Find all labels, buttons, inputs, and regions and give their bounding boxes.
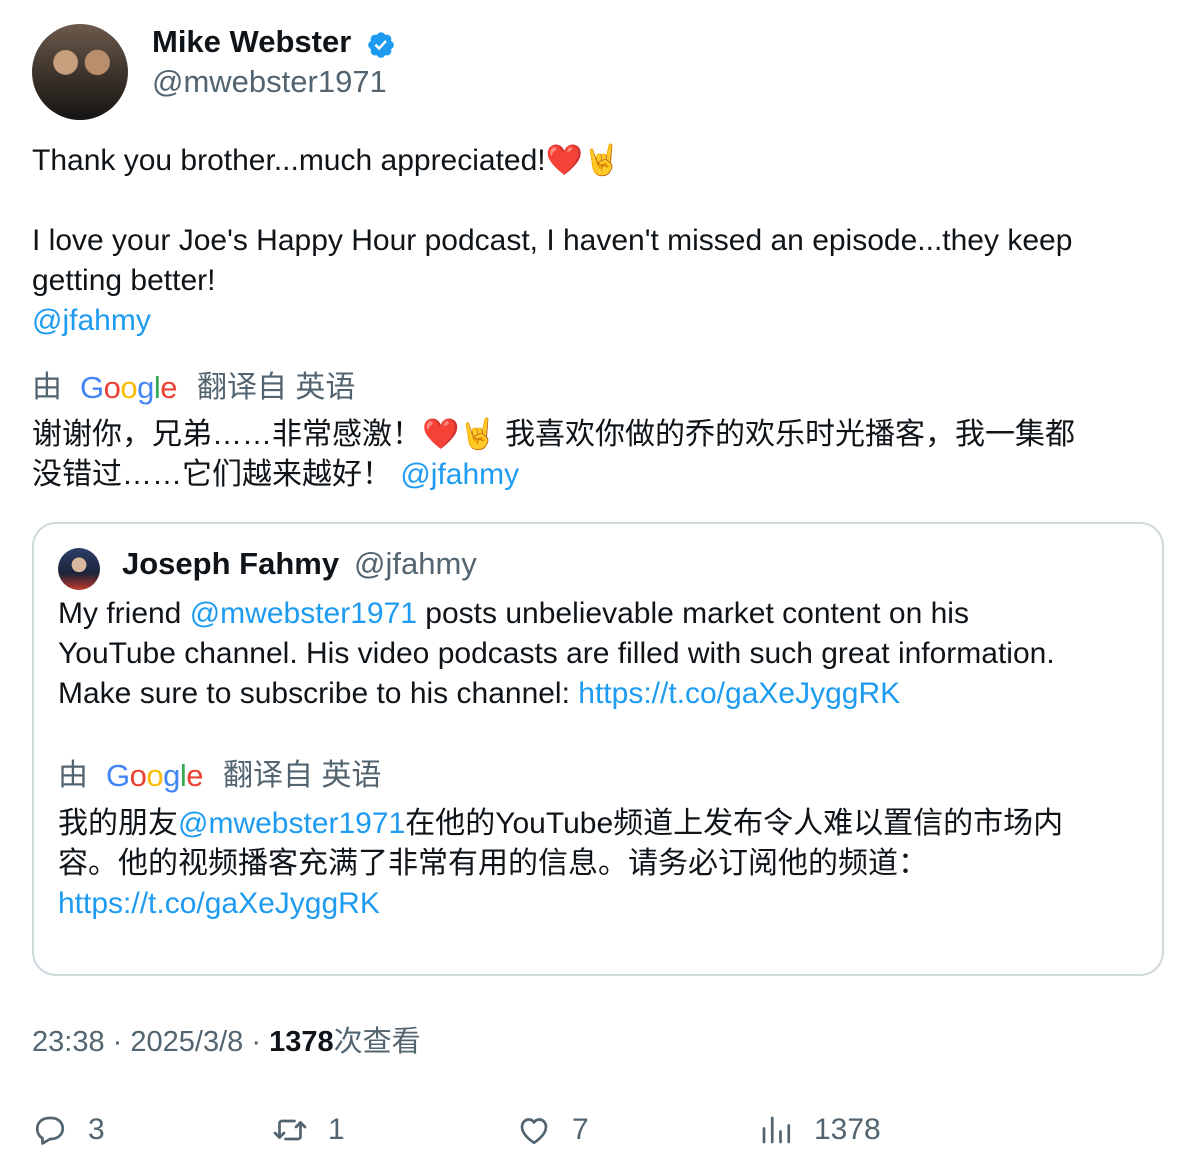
repost-icon — [273, 1119, 307, 1141]
quoted-text-line: Make sure to subscribe to his channel: h… — [58, 674, 1148, 714]
translated-text: 没错过……它们越来越好！ — [32, 458, 392, 491]
heart-rock-emoji: ❤️🤘 — [422, 417, 497, 452]
quoted-avatar — [58, 548, 100, 590]
quoted-text: posts unbelievable market content on his — [416, 597, 969, 630]
quoted-author-name: Joseph Fahmy — [122, 546, 340, 581]
url-link[interactable]: https://t.co/gaXeJyggRK — [578, 677, 900, 710]
quoted-author-handle: @jfahmy — [354, 546, 477, 581]
mention-link[interactable]: @jfahmy — [32, 301, 151, 341]
author-avatar[interactable] — [32, 24, 128, 120]
views-button[interactable]: 1378 — [758, 1108, 881, 1152]
tweet-text-line: I love your Joe's Happy Hour podcast, I … — [32, 224, 1073, 257]
view-count: 1378 — [814, 1113, 881, 1146]
quoted-translated-line: 我的朋友@mwebster1971在他的YouTube频道上发布令人难以置信的市… — [58, 804, 1148, 844]
mention-link[interactable]: @mwebster1971 — [178, 807, 405, 840]
meta-separator: · — [112, 1026, 123, 1058]
quoted-tweet[interactable]: Joseph Fahmy @jfahmy My friend @mwebster… — [32, 522, 1164, 976]
mention-link[interactable]: @mwebster1971 — [190, 597, 417, 630]
repost-count: 1 — [328, 1113, 345, 1146]
translated-text: 谢谢你，兄弟……非常感激！ — [32, 418, 422, 451]
repost-button[interactable]: 1 — [272, 1108, 345, 1152]
heart-rock-emoji: ❤️🤘 — [545, 143, 621, 178]
url-link[interactable]: https://t.co/gaXeJyggRK — [58, 884, 1148, 924]
translation-suffix: 翻译自 英语 — [197, 371, 356, 404]
verified-badge-icon — [368, 32, 394, 58]
translation-label: 由 Google 翻译自 英语 — [32, 368, 355, 408]
tweet-meta: 23:38 · 2025/3/8 · 1378次查看 — [32, 1022, 421, 1062]
heart-icon — [520, 1118, 548, 1145]
google-logo: Google — [80, 370, 178, 405]
reply-count: 3 — [88, 1113, 105, 1146]
tweet-text-line: Thank you brother...much appreciated!❤️🤘 — [32, 141, 620, 181]
translated-text-line: 谢谢你，兄弟……非常感激！❤️🤘 我喜欢你做的乔的欢乐时光播客，我一集都 — [32, 415, 1075, 455]
reply-icon — [35, 1116, 65, 1145]
translation-label: 由 Google 翻译自 英语 — [58, 756, 381, 796]
google-logo: Google — [106, 758, 204, 793]
meta-separator: · — [251, 1026, 261, 1058]
tweet-text: Thank you brother...much appreciated! — [32, 144, 546, 177]
analytics-icon — [762, 1116, 791, 1144]
mention-link[interactable]: @jfahmy — [400, 458, 519, 491]
translation-suffix: 翻译自 英语 — [223, 759, 382, 792]
quoted-translated-line: 容。他的视频播客充满了非常有用的信息。请务必订阅他的频道： — [58, 847, 928, 880]
author-name[interactable]: Mike Webster — [152, 22, 351, 62]
views-label: 次查看 — [333, 1026, 421, 1058]
translated-text-line: 没错过……它们越来越好！ @jfahmy — [32, 455, 519, 495]
tweet-time[interactable]: 23:38 — [32, 1026, 105, 1058]
like-button[interactable]: 7 — [516, 1108, 589, 1152]
quoted-text-line: YouTube channel. His video podcasts are … — [58, 637, 1055, 670]
tweet-text-line: getting better! — [32, 264, 216, 297]
reply-button[interactable]: 3 — [32, 1108, 105, 1152]
author-handle[interactable]: @mwebster1971 — [152, 62, 387, 102]
translation-prefix: 由 — [58, 759, 88, 792]
tweet-detail: Mike Webster @mwebster1971 Thank you bro… — [0, 0, 1196, 1176]
quoted-text: My friend — [58, 597, 190, 630]
translated-text: 我的朋友 — [58, 807, 178, 840]
tweet-date[interactable]: 2025/3/8 — [130, 1026, 243, 1058]
quoted-text-line: My friend @mwebster1971 posts unbelievab… — [58, 594, 1148, 634]
quoted-text: Make sure to subscribe to his channel: — [58, 677, 579, 710]
translated-text: 我喜欢你做的乔的欢乐时光播客，我一集都 — [496, 418, 1076, 451]
translation-prefix: 由 — [32, 371, 62, 404]
translated-text: 在他的YouTube频道上发布令人难以置信的市场内 — [405, 807, 1064, 840]
views-count: 1378 — [269, 1026, 334, 1058]
like-count: 7 — [572, 1113, 589, 1146]
